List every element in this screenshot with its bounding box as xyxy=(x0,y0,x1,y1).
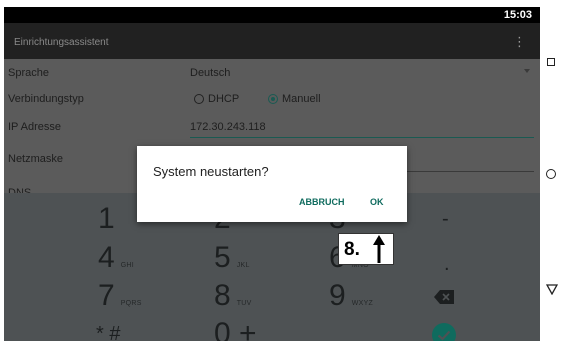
key-1[interactable]: 1 xyxy=(98,204,115,234)
recents-square-icon[interactable] xyxy=(547,58,555,66)
overflow-menu-icon[interactable]: ⋮ xyxy=(513,34,526,50)
done-key[interactable] xyxy=(432,323,456,341)
ok-button[interactable]: OK xyxy=(370,197,384,207)
cancel-button[interactable]: ABBRUCH xyxy=(299,197,345,207)
row-sprache[interactable]: Sprache Deutsch xyxy=(4,63,540,83)
sprache-select[interactable]: Deutsch xyxy=(190,67,230,79)
radio-off-icon xyxy=(194,94,204,104)
manuell-label: Manuell xyxy=(282,93,321,105)
key-7[interactable]: 7 PQRS xyxy=(98,281,142,311)
key-0[interactable]: 0 + xyxy=(214,319,257,341)
row-ip[interactable]: IP Adresse 172.30.243.118 xyxy=(4,117,540,137)
dropdown-arrow-icon xyxy=(524,69,530,73)
status-bar: 15:03 xyxy=(4,7,540,23)
back-triangle-icon[interactable] xyxy=(546,284,558,295)
key-dash[interactable]: - xyxy=(442,204,449,234)
backspace-icon xyxy=(434,290,454,304)
row-verbindungstyp: Verbindungstyp DHCP Manuell xyxy=(4,89,540,109)
key-star-hash[interactable]: * # xyxy=(96,319,120,341)
restart-dialog: System neustarten? ABBRUCH OK xyxy=(137,146,407,222)
dialog-message: System neustarten? xyxy=(153,164,269,179)
ip-label: IP Adresse xyxy=(8,121,61,133)
app-bar: Einrichtungsassistent ⋮ xyxy=(4,23,540,59)
ip-input[interactable]: 172.30.243.118 xyxy=(190,121,266,133)
radio-dhcp[interactable]: DHCP xyxy=(194,93,239,105)
arrow-up-icon xyxy=(373,235,385,263)
clock: 15:03 xyxy=(503,9,532,21)
step-callout: 8. xyxy=(338,233,394,265)
key-9[interactable]: 9 WXYZ xyxy=(329,281,373,311)
key-5[interactable]: 5 JKL xyxy=(214,243,250,273)
android-nav-bar xyxy=(540,0,562,341)
radio-on-icon xyxy=(268,94,278,104)
ip-underline xyxy=(190,137,534,138)
netzmaske-label: Netzmaske xyxy=(8,153,64,165)
dhcp-label: DHCP xyxy=(208,93,240,105)
checkmark-circle-icon xyxy=(432,323,456,341)
verbindungstyp-label: Verbindungstyp xyxy=(8,93,84,105)
app-title: Einrichtungsassistent xyxy=(14,37,109,48)
phone-screen: 15:03 Einrichtungsassistent ⋮ Sprache De… xyxy=(4,7,540,341)
step-number: 8. xyxy=(344,239,360,260)
key-dot[interactable]: . xyxy=(444,249,450,279)
radio-manuell[interactable]: Manuell xyxy=(268,93,321,105)
sprache-label: Sprache xyxy=(8,67,49,79)
key-8[interactable]: 8 TUV xyxy=(214,281,252,311)
home-circle-icon[interactable] xyxy=(546,169,556,179)
key-4[interactable]: 4 GHI xyxy=(98,243,134,273)
key-backspace[interactable] xyxy=(434,290,454,309)
